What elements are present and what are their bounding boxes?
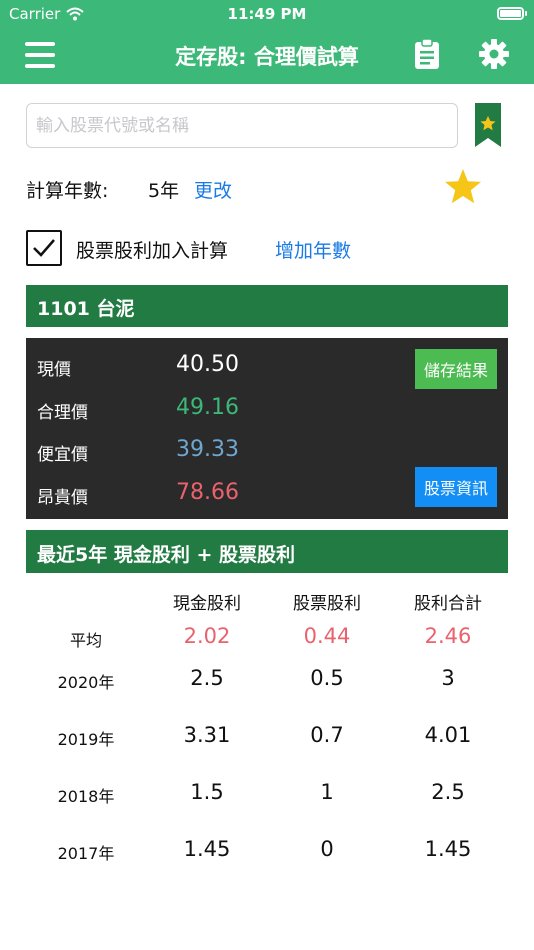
row-stock: 0.5 xyxy=(310,666,344,690)
average-stock: 0.44 xyxy=(303,624,351,648)
status-time: 11:49 PM xyxy=(227,5,307,23)
column-header-stock: 股票股利 xyxy=(293,594,361,614)
average-total: 2.46 xyxy=(424,624,472,648)
row-year: 2017年 xyxy=(57,844,115,863)
dividend-section-title: 最近5年 現金股利 + 股票股利 xyxy=(26,530,508,573)
fair-price-value: 49.16 xyxy=(176,395,239,420)
row-total: 1.45 xyxy=(424,837,472,861)
page-title: 定存股: 合理價試算 xyxy=(175,45,359,69)
add-years-link[interactable]: 增加年數 xyxy=(275,236,351,263)
battery-icon xyxy=(497,7,527,20)
clipboard-icon[interactable] xyxy=(414,38,440,70)
row-stock: 0.7 xyxy=(310,723,344,747)
row-cash: 2.5 xyxy=(190,666,224,690)
current-price-value: 40.50 xyxy=(176,352,239,377)
row-stock: 1 xyxy=(320,780,334,804)
average-label: 平均 xyxy=(69,631,102,650)
row-total: 4.01 xyxy=(424,723,472,747)
expensive-price-value: 78.66 xyxy=(176,480,239,505)
change-years-link[interactable]: 更改 xyxy=(194,176,232,203)
current-price-label: 現價 xyxy=(37,360,71,380)
row-cash: 1.5 xyxy=(190,780,224,804)
row-year: 2018年 xyxy=(57,787,115,806)
average-cash: 2.02 xyxy=(183,624,231,648)
bookmark-star-icon[interactable] xyxy=(475,103,501,147)
fair-price-label: 合理價 xyxy=(37,403,88,423)
stock-title: 1101 台泥 xyxy=(26,285,508,327)
include-stock-dividend-checkbox[interactable] xyxy=(26,230,62,266)
star-icon[interactable] xyxy=(444,168,482,206)
row-stock: 0 xyxy=(320,837,334,861)
years-value: 5年 xyxy=(148,180,180,202)
stock-info-button[interactable]: 股票資訊 xyxy=(415,467,497,507)
row-total: 3 xyxy=(441,666,455,690)
cheap-price-value: 39.33 xyxy=(176,437,239,462)
nav-bar: 定存股: 合理價試算 xyxy=(0,28,534,84)
row-cash: 3.31 xyxy=(183,723,231,747)
column-header-cash: 現金股利 xyxy=(173,594,241,614)
cheap-price-label: 便宜價 xyxy=(37,445,88,465)
checkmark-icon xyxy=(33,239,55,257)
row-year: 2020年 xyxy=(57,673,115,692)
years-label: 計算年數: xyxy=(26,180,109,202)
row-year: 2019年 xyxy=(57,730,115,749)
include-stock-dividend-label: 股票股利加入計算 xyxy=(76,240,229,262)
price-panel: 現價 40.50 合理價 49.16 便宜價 39.33 昂貴價 78.66 儲… xyxy=(26,338,508,519)
column-header-total: 股利合計 xyxy=(414,594,482,614)
gear-icon[interactable] xyxy=(479,39,509,69)
row-cash: 1.45 xyxy=(183,837,231,861)
top-bar: Carrier 11:49 PM 定存股: 合理價試算 xyxy=(0,0,534,84)
status-bar: Carrier 11:49 PM xyxy=(0,0,534,28)
search-input[interactable] xyxy=(26,103,458,148)
row-total: 2.5 xyxy=(431,780,465,804)
expensive-price-label: 昂貴價 xyxy=(37,488,88,508)
save-result-button[interactable]: 儲存結果 xyxy=(415,349,497,389)
